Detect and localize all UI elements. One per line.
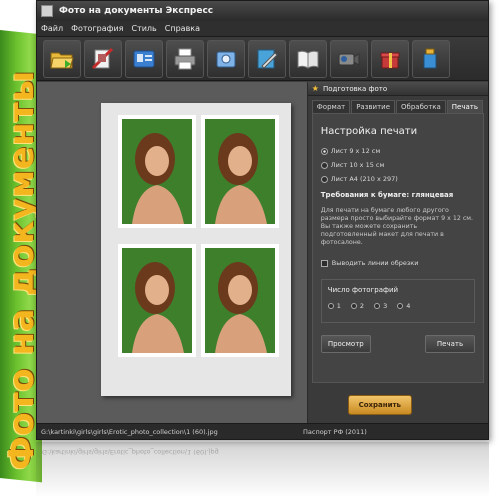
- photo-count-1[interactable]: 1: [327, 302, 341, 310]
- portrait-photo: [122, 248, 192, 353]
- panel-tabs: Формат Развитие Обработка Печать: [308, 96, 488, 113]
- window-reflection: G:\kartinki\girls\girls\Erotic_photo_col…: [36, 442, 489, 498]
- tab-print[interactable]: Печать: [446, 100, 483, 113]
- settings-panel: ★ Подготовка фото Формат Развитие Обрабо…: [307, 82, 488, 423]
- radio-button[interactable]: [320, 161, 328, 169]
- open-photo-button[interactable]: [43, 39, 81, 78]
- menu-help[interactable]: Справка: [165, 24, 200, 33]
- paper-option-a4[interactable]: Лист A4 (210 x 297): [320, 175, 475, 183]
- box-spine-title: Фото на документы: [2, 70, 42, 470]
- paper-requirements: Требования к бумаге: глянцевая: [320, 191, 454, 199]
- photo-save-icon: [216, 51, 236, 67]
- paper-option-10x15[interactable]: Лист 10 x 15 см: [320, 161, 475, 169]
- radio-button[interactable]: [320, 175, 328, 183]
- portrait-photo: [205, 119, 275, 224]
- id-card-icon: [133, 50, 155, 67]
- tab-processing[interactable]: Обработка: [396, 100, 446, 113]
- app-icon: [41, 5, 53, 17]
- portrait-photo: [205, 248, 275, 353]
- product-box: Фото на документы Фото на документы Эксп…: [0, 0, 500, 498]
- app-window: Фото на документы Экспресс Файл Фотограф…: [36, 0, 489, 440]
- radio-button[interactable]: [374, 303, 381, 309]
- print-settings-title: Настройка печати: [320, 126, 418, 137]
- portrait-photo: [122, 119, 192, 224]
- tools-icon: [423, 48, 437, 68]
- crop-button[interactable]: [84, 39, 122, 78]
- video-button[interactable]: [330, 39, 368, 78]
- photo-card: [118, 244, 196, 357]
- portrait-image: [122, 248, 192, 353]
- crop-icon: [91, 47, 114, 69]
- edit-button[interactable]: [248, 39, 286, 78]
- portrait-image: [205, 248, 275, 353]
- toolbar: [37, 37, 488, 81]
- main-area: ★ Подготовка фото Формат Развитие Обрабо…: [37, 82, 488, 423]
- radio-button[interactable]: [350, 303, 357, 309]
- radio-button[interactable]: [320, 147, 328, 155]
- tools-button[interactable]: [412, 39, 450, 78]
- camcorder-icon: [338, 52, 360, 66]
- portrait-image: [205, 119, 275, 224]
- panel-header: ★ Подготовка фото: [307, 82, 488, 96]
- photo-count-4[interactable]: 4: [397, 302, 410, 310]
- folder-open-icon: [50, 52, 74, 68]
- edit-pen-icon: [257, 49, 278, 69]
- print-actions: Просмотр Печать: [320, 335, 475, 353]
- save-button[interactable]: Сохранить: [347, 395, 412, 415]
- paper-option-9x12[interactable]: Лист 9 x 12 см: [320, 147, 475, 155]
- reflection-path: G:\kartinki\girls\girls\Erotic_photo_col…: [42, 448, 219, 456]
- print-description: Для печати на бумаге любого другого разм…: [320, 207, 474, 246]
- photo-count-2[interactable]: 2: [350, 302, 364, 310]
- photo-count-group: Число фотографий 1 2 3 4: [320, 279, 475, 323]
- photo-count-3[interactable]: 3: [374, 302, 387, 310]
- help-book-button[interactable]: [289, 39, 327, 78]
- portrait-image: [122, 119, 192, 224]
- status-document-type: Паспорт РФ (2011): [303, 427, 367, 436]
- book-icon: [297, 50, 319, 69]
- tab-format[interactable]: Формат: [311, 100, 351, 113]
- print-sheet: [101, 103, 291, 396]
- printer-icon: [174, 48, 196, 69]
- print-button[interactable]: Печать: [425, 335, 475, 353]
- tab-development[interactable]: Развитие: [351, 100, 396, 113]
- star-icon: ★: [311, 84, 319, 93]
- photo-card: [201, 115, 279, 228]
- title-bar: Фото на документы Экспресс: [37, 1, 488, 21]
- status-file-path: G:\kartinki\girls\girls\Erotic_photo_col…: [41, 427, 218, 436]
- preview-button[interactable]: Просмотр: [320, 335, 371, 353]
- cut-lines-option[interactable]: Выводить линии обрезки: [320, 259, 475, 267]
- window-title: Фото на документы Экспресс: [59, 6, 214, 16]
- checkbox[interactable]: [320, 259, 328, 267]
- menu-bar: Файл Фотография Стиль Справка: [37, 21, 488, 37]
- gift-button[interactable]: [371, 39, 409, 78]
- menu-photo[interactable]: Фотография: [71, 24, 123, 33]
- radio-button[interactable]: [327, 303, 334, 309]
- photo-count-title: Число фотографий: [327, 286, 399, 294]
- gift-icon: [380, 52, 400, 68]
- menu-file[interactable]: Файл: [41, 24, 63, 33]
- panel-title: Подготовка фото: [322, 84, 388, 93]
- radio-button[interactable]: [397, 303, 404, 309]
- id-card-button[interactable]: [125, 39, 163, 78]
- photo-card: [201, 244, 279, 357]
- print-button-toolbar[interactable]: [166, 39, 204, 78]
- photo-count-options: 1 2 3 4: [327, 302, 468, 310]
- print-settings: Настройка печати Лист 9 x 12 см Лист 10 …: [311, 113, 484, 383]
- save-photo-button[interactable]: [207, 39, 245, 78]
- photo-card: [118, 115, 196, 228]
- status-bar: G:\kartinki\girls\girls\Erotic_photo_col…: [37, 423, 488, 439]
- menu-style[interactable]: Стиль: [131, 24, 156, 33]
- preview-canvas: [37, 82, 308, 423]
